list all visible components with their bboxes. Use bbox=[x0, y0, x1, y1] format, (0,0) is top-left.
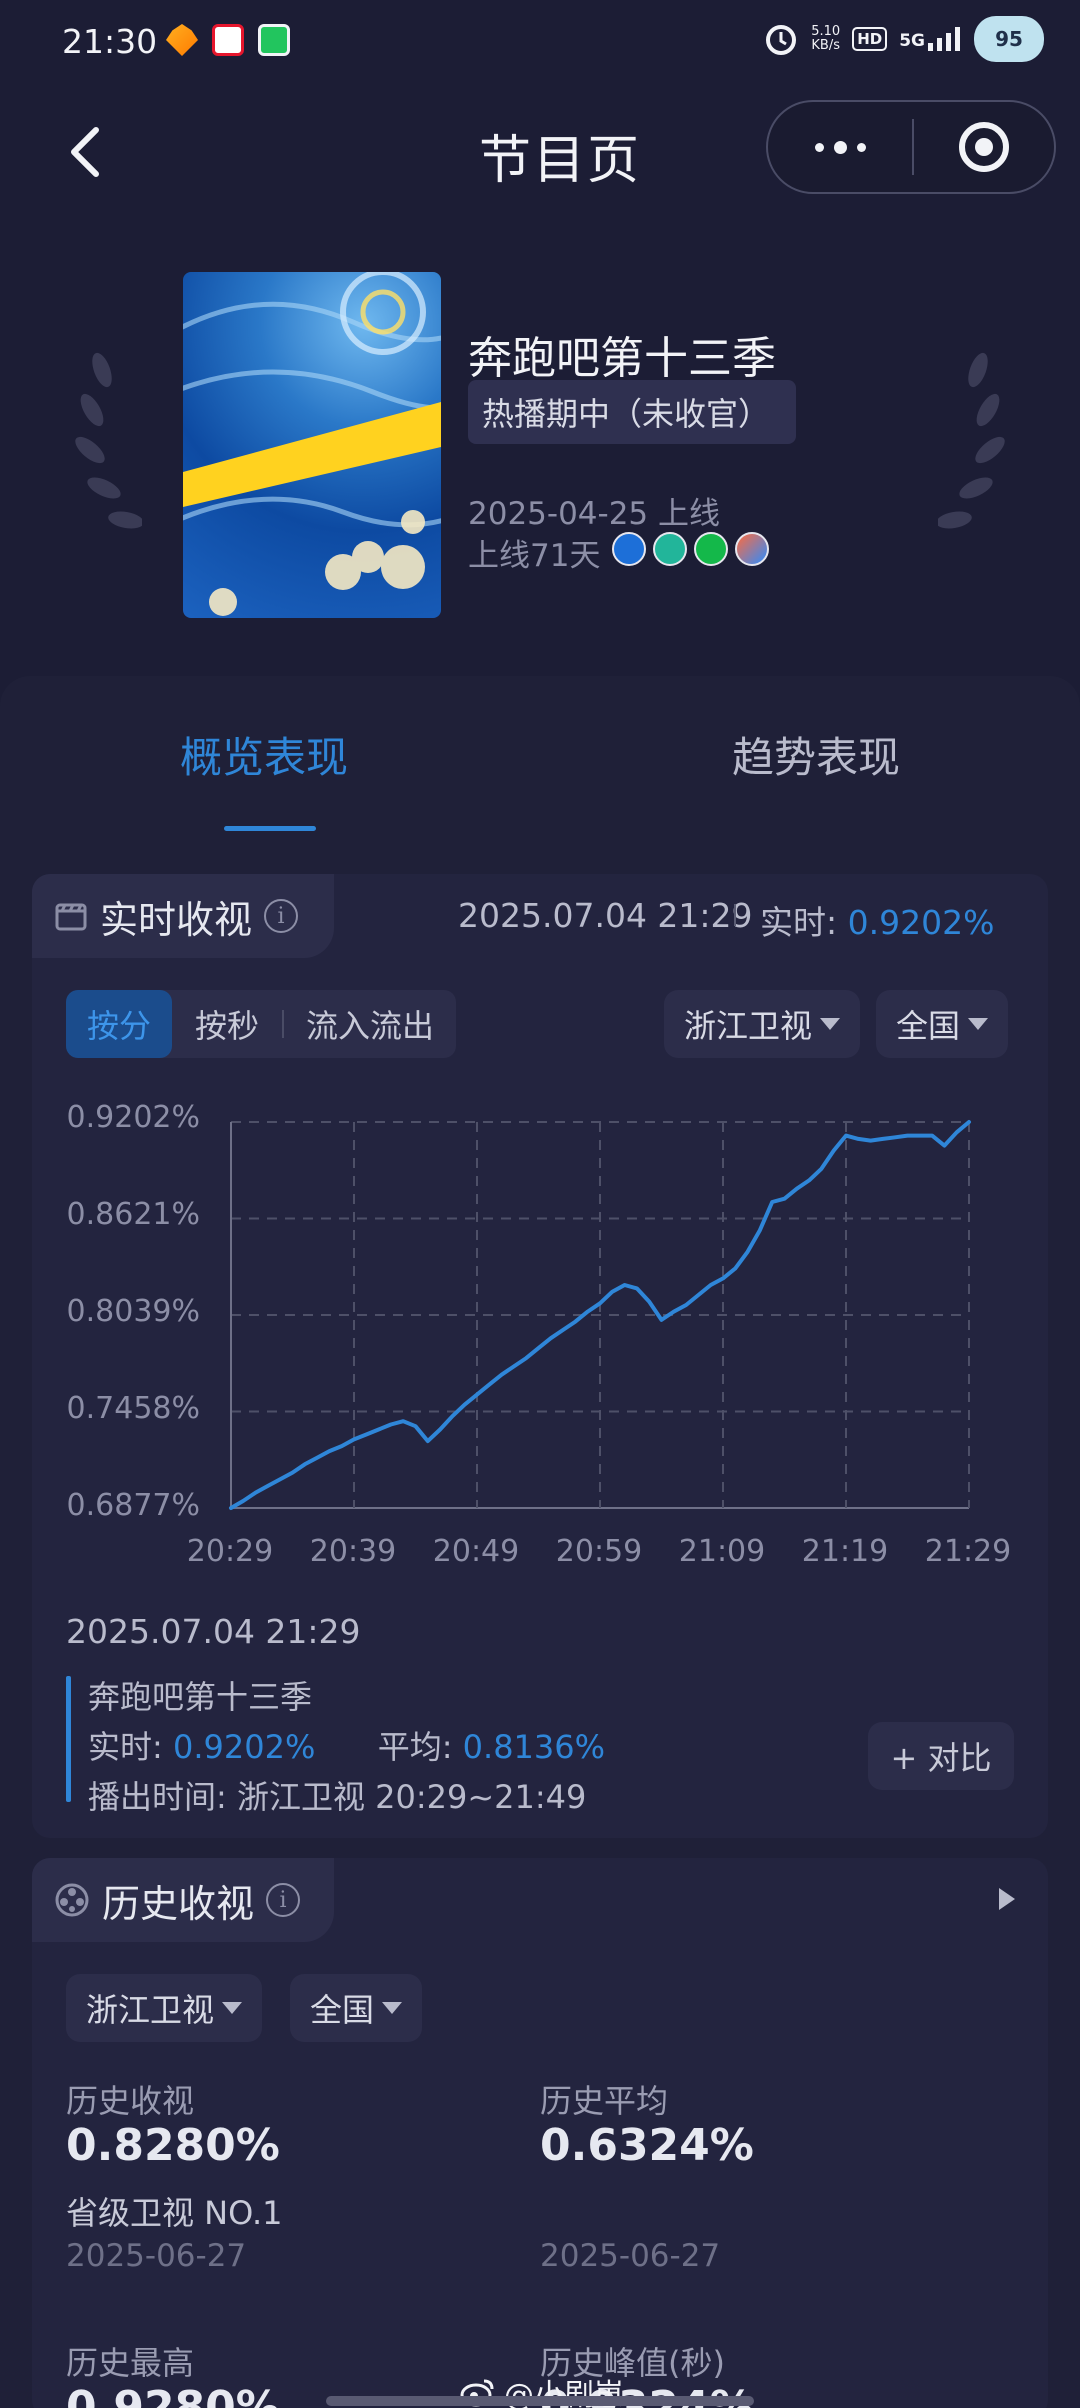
film-reel-icon bbox=[55, 1883, 89, 1917]
history-avg-label: 历史平均 bbox=[540, 2082, 669, 2120]
history-rating-date: 2025-06-27 bbox=[66, 2238, 247, 2274]
history-region-dropdown[interactable]: 全国 bbox=[290, 1974, 423, 2042]
series-color-bar bbox=[66, 1676, 71, 1802]
info-icon[interactable]: i bbox=[266, 1883, 301, 1917]
history-rating-value: 0.8280% bbox=[66, 2120, 280, 2171]
summary-live-label: 实时: bbox=[88, 1728, 163, 1766]
history-rating-label: 历史收视 bbox=[66, 2082, 195, 2120]
history-title: 历史收视 bbox=[102, 1881, 255, 1926]
history-region-label: 全国 bbox=[310, 1991, 375, 2029]
caret-down-icon bbox=[382, 2002, 403, 2014]
summary-avg-label: 平均: bbox=[377, 1728, 453, 1766]
summary-time: 2025.07.04 21:29 bbox=[66, 1612, 361, 1651]
chart-plot bbox=[229, 1120, 971, 1510]
history-max-value: 0.9280% bbox=[66, 2382, 280, 2408]
chart-grid bbox=[230, 1121, 970, 1509]
home-indicator[interactable] bbox=[326, 2396, 754, 2406]
summary-live-value: 0.9202% bbox=[172, 1728, 316, 1766]
history-avg-date: 2025-06-27 bbox=[540, 2238, 721, 2274]
summary-airtime-label: 播出时间: bbox=[88, 1778, 227, 1816]
history-max-label: 历史最高 bbox=[66, 2344, 195, 2382]
summary-values: 实时: 0.9202% 平均: 0.8136% bbox=[88, 1722, 605, 1768]
compare-button[interactable]: + 对比 bbox=[868, 1722, 1014, 1790]
play-arrow-icon[interactable] bbox=[996, 1886, 1018, 1912]
history-channel-label: 浙江卫视 bbox=[86, 1991, 215, 2029]
history-channel-dropdown[interactable]: 浙江卫视 bbox=[66, 1974, 263, 2042]
caret-down-icon bbox=[222, 2002, 243, 2014]
summary-airtime-value: 浙江卫视 20:29~21:49 bbox=[236, 1778, 587, 1816]
summary-avg-value: 0.8136% bbox=[462, 1728, 606, 1766]
summary-show-name: 奔跑吧第十三季 bbox=[88, 1678, 313, 1716]
history-header: 历史收视 i bbox=[32, 1858, 334, 1942]
summary-airtime: 播出时间: 浙江卫视 20:29~21:49 bbox=[88, 1772, 586, 1818]
history-avg-value: 0.6324% bbox=[540, 2120, 754, 2171]
history-rating-rank: 省级卫视 NO.1 bbox=[66, 2194, 283, 2232]
